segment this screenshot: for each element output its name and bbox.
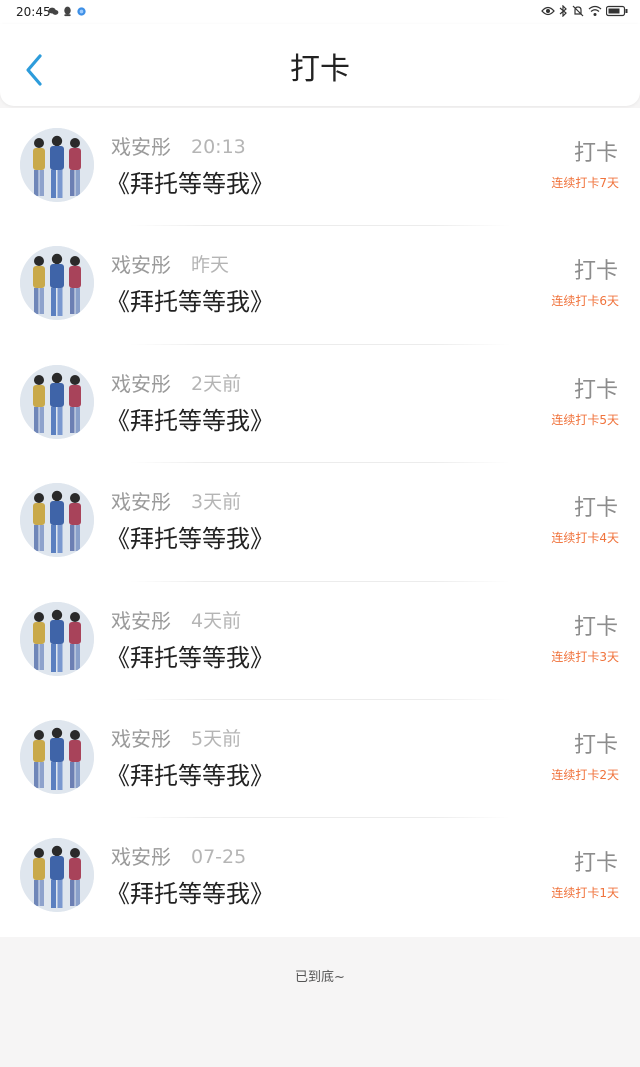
- streak-label: 连续打卡7天: [551, 176, 619, 190]
- post-time: 5天前: [191, 727, 242, 750]
- status-right-icons: [541, 5, 628, 17]
- book-title: 《拜托等等我》: [106, 288, 274, 317]
- avatar-image: [20, 128, 94, 202]
- post-time: 2天前: [191, 372, 242, 395]
- avatar-image: [20, 246, 94, 321]
- list-item: 戏安彤 5天前 《拜托等等我》 打卡 连续打卡2天: [0, 700, 640, 819]
- screen: 20:45 打卡 戏安彤 20:13 《拜托等等我》 打卡 连续打卡7天 戏安彤…: [0, 0, 640, 1067]
- wifi-icon: [588, 5, 602, 16]
- checkin-button[interactable]: 打卡: [574, 258, 618, 286]
- user-name: 戏安彤: [111, 608, 171, 633]
- avatar-image: [20, 719, 94, 794]
- post-time: 昨天: [191, 254, 230, 277]
- post-time: 20:13: [191, 136, 246, 158]
- checkin-button[interactable]: 打卡: [574, 140, 618, 168]
- checkin-button[interactable]: 打卡: [574, 850, 618, 878]
- post-time: 07-25: [191, 846, 247, 869]
- avatar-image: [20, 483, 94, 558]
- avatar[interactable]: [20, 719, 94, 794]
- page-title: 打卡: [290, 52, 350, 87]
- streak-label: 连续打卡1天: [551, 886, 619, 901]
- eye-icon: [541, 6, 555, 16]
- avatar[interactable]: [20, 128, 94, 202]
- checkin-button[interactable]: 打卡: [574, 377, 618, 405]
- status-left-icons: [48, 6, 87, 17]
- wechat-icon: [48, 7, 59, 15]
- user-name: 戏安彤: [111, 135, 171, 159]
- user-name: 戏安彤: [111, 845, 171, 870]
- list-item: 戏安彤 4天前 《拜托等等我》 打卡 连续打卡3天: [0, 582, 640, 700]
- user-name: 戏安彤: [111, 490, 171, 515]
- list-item: 戏安彤 2天前 《拜托等等我》 打卡 连续打卡5天: [0, 345, 640, 464]
- user-name: 戏安彤: [111, 726, 171, 751]
- app-icon: [77, 7, 86, 16]
- checkin-list: 戏安彤 20:13 《拜托等等我》 打卡 连续打卡7天 戏安彤 昨天 《拜托等等…: [0, 108, 640, 937]
- avatar[interactable]: [20, 601, 94, 676]
- book-title: 《拜托等等我》: [106, 170, 274, 198]
- avatar-image: [20, 364, 94, 439]
- streak-label: 连续打卡3天: [551, 649, 619, 664]
- status-time: 20:45: [16, 5, 51, 19]
- streak-label: 连续打卡6天: [551, 294, 619, 309]
- book-title: 《拜托等等我》: [106, 525, 274, 554]
- book-title: 《拜托等等我》: [106, 880, 274, 909]
- post-time: 4天前: [191, 609, 242, 632]
- checkin-button[interactable]: 打卡: [574, 495, 618, 523]
- list-item: 戏安彤 昨天 《拜托等等我》 打卡 连续打卡6天: [0, 226, 640, 345]
- header: 打卡: [0, 24, 640, 106]
- streak-label: 连续打卡2天: [551, 767, 619, 782]
- avatar[interactable]: [20, 483, 94, 558]
- user-name: 戏安彤: [111, 371, 171, 396]
- book-title: 《拜托等等我》: [106, 406, 274, 435]
- streak-label: 连续打卡5天: [551, 412, 619, 427]
- checkin-button[interactable]: 打卡: [574, 614, 618, 642]
- list-item: 戏安彤 20:13 《拜托等等我》 打卡 连续打卡7天: [0, 108, 640, 227]
- book-title: 《拜托等等我》: [106, 643, 274, 672]
- battery-icon: [606, 5, 628, 17]
- list-item: 戏安彤 3天前 《拜托等等我》 打卡 连续打卡4天: [0, 463, 640, 582]
- book-title: 《拜托等等我》: [106, 761, 274, 790]
- post-time: 3天前: [191, 491, 242, 514]
- mute-icon: [572, 5, 584, 17]
- avatar[interactable]: [20, 364, 94, 439]
- qq-icon: [64, 6, 71, 17]
- bluetooth-icon: [559, 5, 567, 17]
- status-bar: 20:45: [0, 0, 640, 24]
- list-item: 戏安彤 07-25 《拜托等等我》 打卡 连续打卡1天: [0, 818, 640, 936]
- avatar[interactable]: [20, 246, 94, 321]
- user-name: 戏安彤: [111, 253, 171, 278]
- end-of-list-text: 已到底~: [295, 970, 345, 985]
- avatar-image: [20, 838, 94, 913]
- checkin-button[interactable]: 打卡: [574, 732, 618, 760]
- avatar-image: [20, 601, 94, 676]
- streak-label: 连续打卡4天: [551, 531, 619, 546]
- avatar[interactable]: [20, 838, 94, 913]
